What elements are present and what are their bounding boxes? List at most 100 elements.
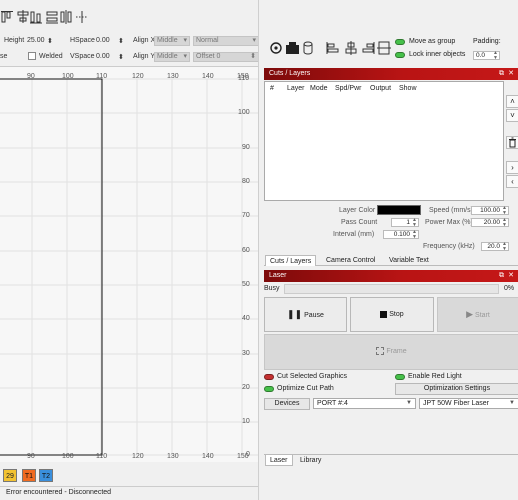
optimization-settings-button[interactable]: Optimization Settings [395, 383, 518, 395]
float-icon[interactable]: ⧉ [499, 68, 504, 80]
frame-label: Frame [386, 348, 407, 355]
expand-right-button[interactable]: › [506, 161, 518, 174]
interval-input[interactable]: 0.100 ▲ ▼ [383, 230, 419, 240]
offset-label: Offset [196, 53, 215, 60]
align-page-icon[interactable] [377, 41, 391, 55]
trash-icon [509, 137, 516, 148]
power-max-input[interactable]: 20.00 ▲ ▼ [471, 218, 509, 228]
height-spinner-icon[interactable]: ⬍ [47, 37, 53, 45]
pause-button[interactable]: ❚❚ Pause [264, 297, 347, 332]
tab-variable-text[interactable]: Variable Text [385, 255, 433, 266]
ruler-label: 140 [202, 73, 214, 80]
font-style-select[interactable]: Normal ▾ [193, 36, 259, 46]
speed-input[interactable]: 100.00 ▲ ▼ [471, 206, 509, 216]
align-center-icon[interactable] [344, 41, 358, 55]
ruler-label: 70 [242, 212, 250, 219]
spinner-icon: ▲ ▼ [493, 50, 498, 61]
vspace-spinner-icon[interactable]: ⬍ [118, 53, 124, 61]
column-header[interactable]: Output [370, 85, 391, 92]
lock-inner-toggle[interactable] [395, 52, 405, 58]
height-value[interactable]: 25.00 [27, 37, 45, 44]
red-light-toggle[interactable] [395, 374, 405, 380]
se-label: se [0, 53, 8, 60]
devices-button[interactable]: Devices [264, 398, 310, 410]
padding-input[interactable]: 0.0 ▲ ▼ [473, 50, 500, 61]
tab-cuts-layers[interactable]: Cuts / Layers [265, 255, 317, 266]
ruler-label: 40 [242, 315, 250, 322]
laser-device-icon[interactable] [285, 41, 301, 55]
database-icon[interactable] [303, 41, 313, 55]
align-y-value: Middle [157, 53, 178, 60]
offset-field[interactable]: Offset 0 ⬍ [193, 52, 259, 62]
align-middle-icon[interactable] [17, 10, 30, 24]
start-button[interactable]: ▶ Start [437, 297, 518, 332]
align-y-select[interactable]: Middle ▾ [154, 52, 190, 62]
badge-t1[interactable]: T1 [22, 469, 36, 482]
column-header[interactable]: Spd/Pwr [335, 85, 361, 92]
column-header[interactable]: Mode [310, 85, 328, 92]
welded-checkbox[interactable] [28, 52, 36, 60]
badge-29[interactable]: 29 [3, 469, 17, 482]
laser-panel-title: Laser ⧉ ✕ [264, 270, 518, 282]
port-select[interactable]: PORT #:4 ▼ [313, 398, 416, 409]
cuts-table[interactable]: # Layer Mode Spd/Pwr Output Show [264, 81, 504, 201]
layer-color-swatch[interactable] [377, 205, 421, 215]
align-x-label: Align X [133, 37, 156, 44]
align-top-icon[interactable] [1, 10, 14, 24]
rotate-icon[interactable] [269, 41, 283, 55]
badge-t2[interactable]: T2 [39, 469, 53, 482]
pause-label: Pause [304, 312, 324, 319]
hspace-spinner-icon[interactable]: ⬍ [118, 37, 124, 45]
properties-bar: Height 25.00 ⬍ HSpace 0.00 ⬍ Align X Mid… [0, 34, 262, 66]
move-up-button[interactable]: ˄ [506, 95, 518, 108]
close-icon[interactable]: ✕ [508, 68, 514, 80]
device-select[interactable]: JPT 50W Fiber Laser ▼ [419, 398, 518, 409]
stop-label: Stop [389, 311, 404, 318]
play-icon: ▶ [466, 309, 474, 319]
vspace-value[interactable]: 0.00 [96, 53, 110, 60]
align-right-icon[interactable] [361, 41, 375, 55]
ruler-label: 30 [242, 350, 250, 357]
collapse-left-button[interactable]: ‹ [506, 175, 518, 188]
frequency-input[interactable]: 20.0 ▲ ▼ [481, 242, 509, 252]
hspace-label: HSpace [70, 37, 95, 44]
ruler-label: 130 [167, 73, 179, 80]
column-header[interactable]: Layer [287, 85, 305, 92]
cut-selected-toggle[interactable] [264, 374, 274, 380]
distribute-horizontal-icon[interactable] [46, 10, 59, 24]
hspace-value[interactable]: 0.00 [96, 37, 110, 44]
align-left-icon[interactable] [326, 41, 340, 55]
ruler-label: 110 [238, 75, 250, 82]
move-down-button[interactable]: ˅ [506, 109, 518, 122]
delete-layer-button[interactable] [506, 136, 518, 149]
tab-camera-control[interactable]: Camera Control [322, 255, 379, 266]
power-max-value: 20.00 [483, 219, 500, 226]
frequency-value: 20.0 [487, 243, 500, 250]
column-header[interactable]: Show [399, 85, 417, 92]
lock-inner-label: Lock inner objects [409, 51, 466, 58]
align-x-select[interactable]: Middle ▾ [154, 36, 190, 46]
frame-button[interactable]: Frame [264, 334, 518, 370]
move-as-group-toggle[interactable] [395, 39, 405, 45]
tab-laser[interactable]: Laser [265, 455, 293, 466]
chevron-down-icon: ▾ [183, 37, 187, 44]
column-header[interactable]: # [270, 85, 274, 92]
ruler-label: 120 [132, 453, 144, 460]
canvas-area[interactable]: 8090100110120130140150809010011012013014… [0, 66, 258, 462]
spinner-icon: ▲ ▼ [412, 217, 417, 228]
float-icon[interactable]: ⧉ [499, 270, 504, 282]
chevron-down-icon: ˅ [510, 111, 515, 120]
pass-count-input[interactable]: 1 ▲ ▼ [391, 217, 419, 228]
center-cross-icon[interactable] [76, 10, 89, 24]
close-icon[interactable]: ✕ [508, 270, 514, 282]
stop-button[interactable]: Stop [350, 297, 434, 332]
canvas-grid[interactable] [0, 67, 258, 463]
padding-value: 0.0 [476, 52, 486, 59]
distribute-vertical-icon[interactable] [60, 10, 73, 24]
align-bottom-icon[interactable] [30, 10, 43, 24]
vspace-label: VSpace [70, 53, 95, 60]
ruler-label: 140 [202, 453, 214, 460]
optimize-cut-toggle[interactable] [264, 386, 274, 392]
tab-library[interactable]: Library [296, 455, 325, 466]
progress-bar [284, 284, 499, 294]
